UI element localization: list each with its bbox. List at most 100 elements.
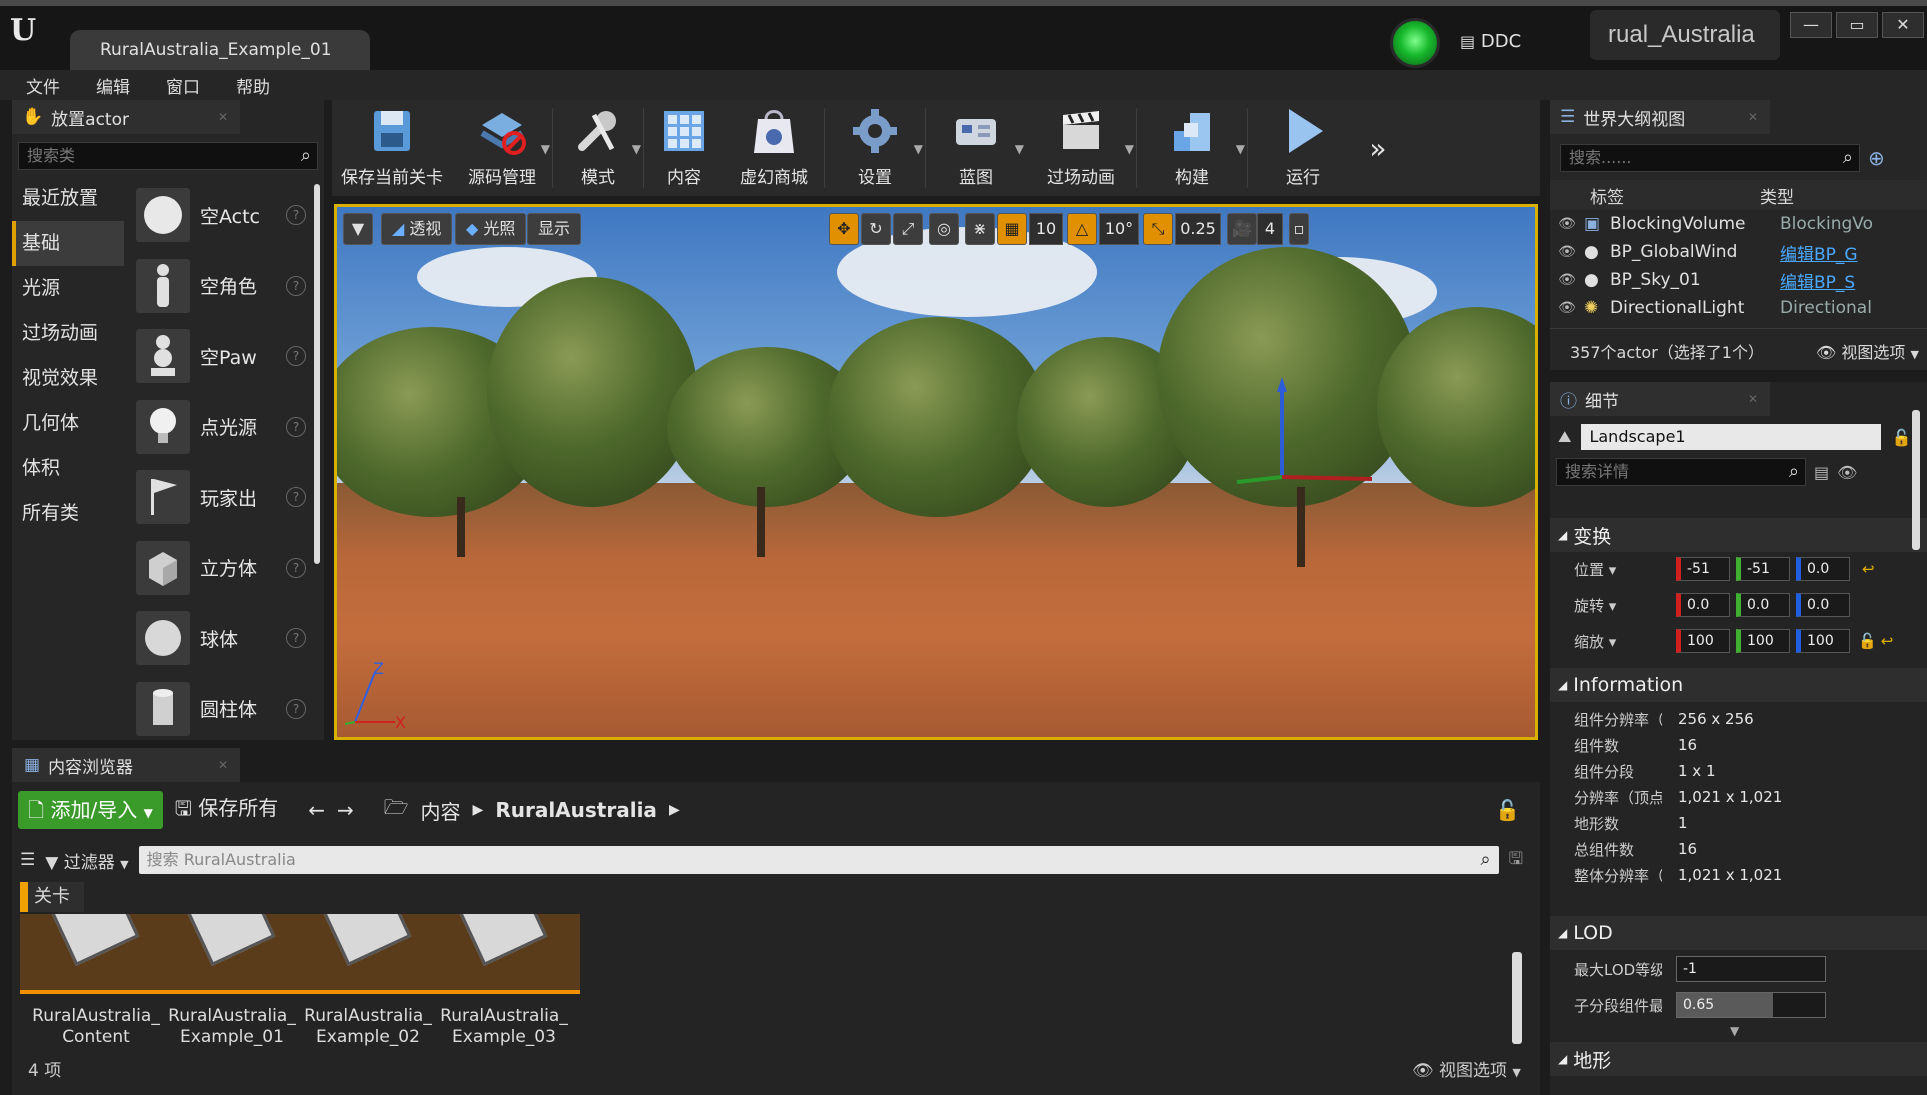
rotation-z-field[interactable]: 0.0 — [1796, 593, 1850, 617]
save-level-button[interactable]: 保存当前关卡 — [332, 100, 452, 196]
help-icon[interactable]: ? — [286, 557, 306, 578]
actor-name-field[interactable]: Landscape1 — [1581, 424, 1882, 450]
unreal-logo-icon[interactable]: U — [10, 14, 44, 48]
rotation-y-field[interactable]: 0.0 — [1736, 593, 1790, 617]
eye-icon[interactable]: 👁 — [1837, 463, 1857, 482]
chevron-down-icon[interactable]: ▼ — [541, 142, 550, 156]
content-button[interactable]: 内容 — [644, 100, 724, 196]
forward-arrow-icon[interactable]: → — [337, 798, 354, 822]
scale-y-field[interactable]: 100 — [1736, 629, 1790, 653]
play-button[interactable]: 运行 — [1248, 100, 1358, 196]
eye-icon[interactable]: 👁 — [1550, 216, 1584, 232]
marketplace-button[interactable]: 虚幻商城 — [724, 100, 824, 196]
asset-tile[interactable]: RuralAustralia_ Example_01 — [156, 914, 308, 1048]
cinematics-button[interactable]: 过场动画 ▼ — [1026, 100, 1136, 196]
actor-item-sphere[interactable]: 球体 ? — [136, 603, 306, 674]
close-tab-icon[interactable]: ✕ — [218, 758, 228, 772]
eye-icon[interactable]: 👁 — [1550, 272, 1584, 288]
minimize-button[interactable]: — — [1790, 12, 1832, 38]
actor-item-empty-character[interactable]: 空角色 ? — [136, 251, 306, 322]
menu-file[interactable]: 文件 — [26, 73, 60, 98]
category-all-classes[interactable]: 所有类 — [12, 491, 124, 536]
menu-edit[interactable]: 编辑 — [96, 73, 130, 98]
edit-blueprint-link[interactable]: 编辑BP_G — [1780, 240, 1890, 265]
column-type-header[interactable]: 类型 — [1754, 183, 1864, 208]
chevron-down-icon[interactable]: ▼ — [914, 142, 923, 156]
source-control-status-icon[interactable] — [1390, 18, 1440, 68]
help-icon[interactable]: ? — [286, 698, 306, 719]
category-visual-effects[interactable]: 视觉效果 — [12, 356, 124, 401]
sources-panel-icon[interactable]: ☰ — [20, 850, 35, 870]
save-search-icon[interactable]: 🖫 — [1509, 846, 1523, 875]
category-geometry[interactable]: 几何体 — [12, 401, 124, 446]
help-icon[interactable]: ? — [286, 487, 306, 508]
menu-help[interactable]: 帮助 — [236, 73, 270, 98]
help-icon[interactable]: ? — [286, 346, 306, 367]
scale-x-field[interactable]: 100 — [1676, 629, 1730, 653]
back-arrow-icon[interactable]: ← — [308, 798, 325, 822]
location-label[interactable]: 位置 ▾ — [1550, 559, 1662, 580]
outliner-row[interactable]: 👁 ▣ BlockingVolume BlockingVo — [1550, 210, 1927, 238]
lod-max-field[interactable]: -1 — [1676, 956, 1826, 982]
outliner-view-options-button[interactable]: 👁 视图选项 ▼ — [1816, 339, 1919, 363]
outliner-row[interactable]: 👁 ✺ DirectionalLight Directional — [1550, 294, 1927, 322]
actor-item-cylinder[interactable]: 圆柱体 ? — [136, 674, 306, 745]
category-recent[interactable]: 最近放置 — [12, 176, 124, 221]
close-tab-icon[interactable]: ✕ — [1748, 110, 1758, 124]
category-volumes[interactable]: 体积 — [12, 446, 124, 491]
transform-gizmo[interactable] — [337, 207, 1535, 737]
outliner-row[interactable]: 👁 ● BP_Sky_01 编辑BP_S — [1550, 266, 1927, 294]
reset-arrow-icon[interactable]: ↩ — [1881, 632, 1894, 650]
content-browser-tab[interactable]: ▦ 内容浏览器 ✕ — [12, 748, 240, 782]
asset-tile[interactable]: RuralAustralia_ Example_03 — [428, 914, 580, 1048]
actor-item-empty-actor[interactable]: 空Actc ? — [136, 180, 306, 251]
terrain-section-header[interactable]: ◢ 地形 — [1550, 1042, 1927, 1076]
toolbar-overflow-icon[interactable]: » — [1358, 100, 1398, 196]
level-folder-tag[interactable]: 关卡 — [20, 882, 84, 912]
lod-section-header[interactable]: ◢ LOD — [1550, 916, 1927, 950]
details-tab[interactable]: ⓘ 细节 ✕ — [1550, 382, 1770, 416]
category-basic[interactable]: 基础 — [12, 221, 124, 266]
ddc-button[interactable]: ▤ DDC — [1460, 22, 1560, 62]
rotation-x-field[interactable]: 0.0 — [1676, 593, 1730, 617]
reset-arrow-icon[interactable]: ↩ — [1862, 560, 1875, 578]
details-search-input[interactable]: 搜索详情 ⌕ — [1556, 458, 1806, 486]
settings-button[interactable]: 设置 ▼ — [825, 100, 925, 196]
information-section-header[interactable]: ◢ Information — [1550, 668, 1927, 702]
outliner-row[interactable]: 👁 ● BP_GlobalWind 编辑BP_G — [1550, 238, 1927, 266]
chevron-down-icon[interactable]: ▼ — [1236, 142, 1245, 156]
blueprints-button[interactable]: 蓝图 ▼ — [926, 100, 1026, 196]
outliner-search-input[interactable]: 搜索...... ⌕ — [1560, 144, 1860, 172]
build-button[interactable]: 构建 ▼ — [1137, 100, 1247, 196]
help-icon[interactable]: ? — [286, 416, 306, 437]
breadcrumb-separator-icon[interactable]: ▶ — [669, 802, 680, 818]
add-pin-icon[interactable]: ⊕ — [1868, 146, 1885, 170]
view-options-button[interactable]: 👁 视图选项 ▼ — [1412, 1056, 1521, 1081]
content-browser-scrollbar[interactable] — [1512, 952, 1522, 1044]
asset-tile[interactable]: RuralAustralia_ Content — [20, 914, 172, 1048]
actor-item-player-start[interactable]: 玩家出 ? — [136, 462, 306, 533]
eye-icon[interactable]: 👁 — [1550, 300, 1584, 316]
actor-item-empty-pawn[interactable]: 空Paw ? — [136, 321, 306, 392]
scale-z-field[interactable]: 100 — [1796, 629, 1850, 653]
asset-search-input[interactable]: 搜索 RuralAustralia ⌕ — [138, 846, 1499, 874]
location-x-field[interactable]: -51 — [1676, 557, 1730, 581]
class-search-input[interactable]: 搜索类 ⌕ — [18, 142, 318, 170]
close-tab-icon[interactable]: ✕ — [1748, 392, 1758, 406]
category-cinematic[interactable]: 过场动画 — [12, 311, 124, 356]
chevron-down-icon[interactable]: ▼ — [1125, 142, 1134, 156]
source-control-button[interactable]: 源码管理 ▼ — [452, 100, 552, 196]
location-z-field[interactable]: 0.0 — [1796, 557, 1850, 581]
lock-icon[interactable]: 🔓 — [1495, 798, 1520, 822]
chevron-down-icon[interactable]: ▼ — [632, 142, 641, 156]
scale-label[interactable]: 缩放 ▾ — [1550, 631, 1662, 652]
location-y-field[interactable]: -51 — [1736, 557, 1790, 581]
lock-icon[interactable]: 🔓 — [1858, 632, 1877, 650]
add-import-button[interactable]: 🗋 添加/导入 ▼ — [18, 791, 163, 829]
chevron-down-icon[interactable]: ▼ — [1015, 142, 1024, 156]
menu-window[interactable]: 窗口 — [166, 73, 200, 98]
world-outliner-tab[interactable]: ☰ 世界大纲视图 ✕ — [1550, 100, 1770, 134]
place-actor-scrollbar[interactable] — [314, 184, 320, 564]
help-icon[interactable]: ? — [286, 628, 306, 649]
help-icon[interactable]: ? — [286, 275, 306, 296]
